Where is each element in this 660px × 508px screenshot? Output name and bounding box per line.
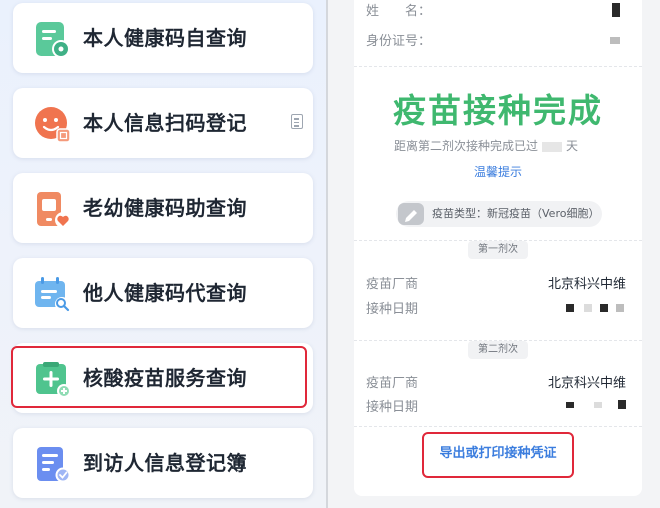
dose-1-date-label: 接种日期 <box>366 302 419 317</box>
dose-1-maker-label: 疫苗厂商 <box>366 277 419 292</box>
menu-item-label: 他人健康码代查询 <box>83 281 247 305</box>
warm-tip-link[interactable]: 温馨提示 <box>354 163 642 180</box>
dose-2-tab: 第二剂次 <box>468 341 528 359</box>
dose-2-maker-value: 北京科兴中维 <box>547 376 626 391</box>
days-since-text: 距离第二剂次接种完成已过 天 <box>394 137 578 154</box>
dose-1-maker-value: 北京科兴中维 <box>547 277 626 292</box>
vaccination-record-card: 姓 名： 身份证号： 疫苗接种完成 距离第二剂次接种完成已过 天 温馨提示 疫苗类… <box>354 0 642 496</box>
menu-item-proxy-query[interactable]: 他人健康码代查询 <box>13 258 313 328</box>
menu-item-label: 本人信息扫码登记 <box>83 111 247 135</box>
menu-item-assist-query[interactable]: 老幼健康码助查询 <box>13 173 313 243</box>
menu-item-label: 老幼健康码助查询 <box>83 196 247 220</box>
scan-register-icon <box>35 107 71 143</box>
visitor-register-icon <box>37 447 71 483</box>
vaccine-type-text: 疫苗类型：新冠疫苗（Vero细胞） <box>432 207 600 220</box>
pen-icon <box>398 203 424 225</box>
dose-2-maker-label: 疫苗厂商 <box>366 376 419 391</box>
id-redacted <box>610 37 620 44</box>
proxy-query-icon <box>35 277 70 312</box>
vaccination-record-panel: 姓 名： 身份证号： 疫苗接种完成 距离第二剂次接种完成已过 天 温馨提示 疫苗类… <box>328 0 660 508</box>
menu-item-scan-register[interactable]: 本人信息扫码登记 <box>13 88 313 158</box>
service-menu-panel: 本人健康码自查询 本人信息扫码登记 老幼健康码助查询 他人健康码代查询 核酸疫苗… <box>0 0 326 508</box>
menu-item-visitor-register[interactable]: 到访人信息登记簿 <box>13 428 313 498</box>
health-code-icon <box>36 22 70 58</box>
days-since-suffix: 天 <box>566 139 579 153</box>
id-label: 身份证号： <box>366 34 432 49</box>
section-divider <box>354 426 642 427</box>
menu-item-label: 本人健康码自查询 <box>83 26 247 50</box>
menu-item-self-health-code[interactable]: 本人健康码自查询 <box>13 3 313 73</box>
dose-1-tab: 第一剂次 <box>468 241 528 259</box>
menu-item-label: 到访人信息登记簿 <box>83 451 247 475</box>
assist-query-icon <box>37 192 71 228</box>
name-label: 姓 名： <box>366 4 432 19</box>
vaccine-type-badge: 疫苗类型：新冠疫苗（Vero细胞） <box>396 201 602 227</box>
export-certificate-button[interactable]: 导出或打印接种凭证 <box>328 442 660 461</box>
days-since-prefix: 距离第二剂次接种完成已过 <box>394 139 539 153</box>
vaccination-status-title: 疫苗接种完成 <box>393 91 603 130</box>
name-redacted <box>612 3 620 17</box>
dose-2-date-label: 接种日期 <box>366 400 419 415</box>
document-icon[interactable] <box>291 114 303 129</box>
days-redacted <box>542 141 563 152</box>
menu-highlight-box <box>11 346 307 408</box>
section-divider <box>354 66 642 67</box>
